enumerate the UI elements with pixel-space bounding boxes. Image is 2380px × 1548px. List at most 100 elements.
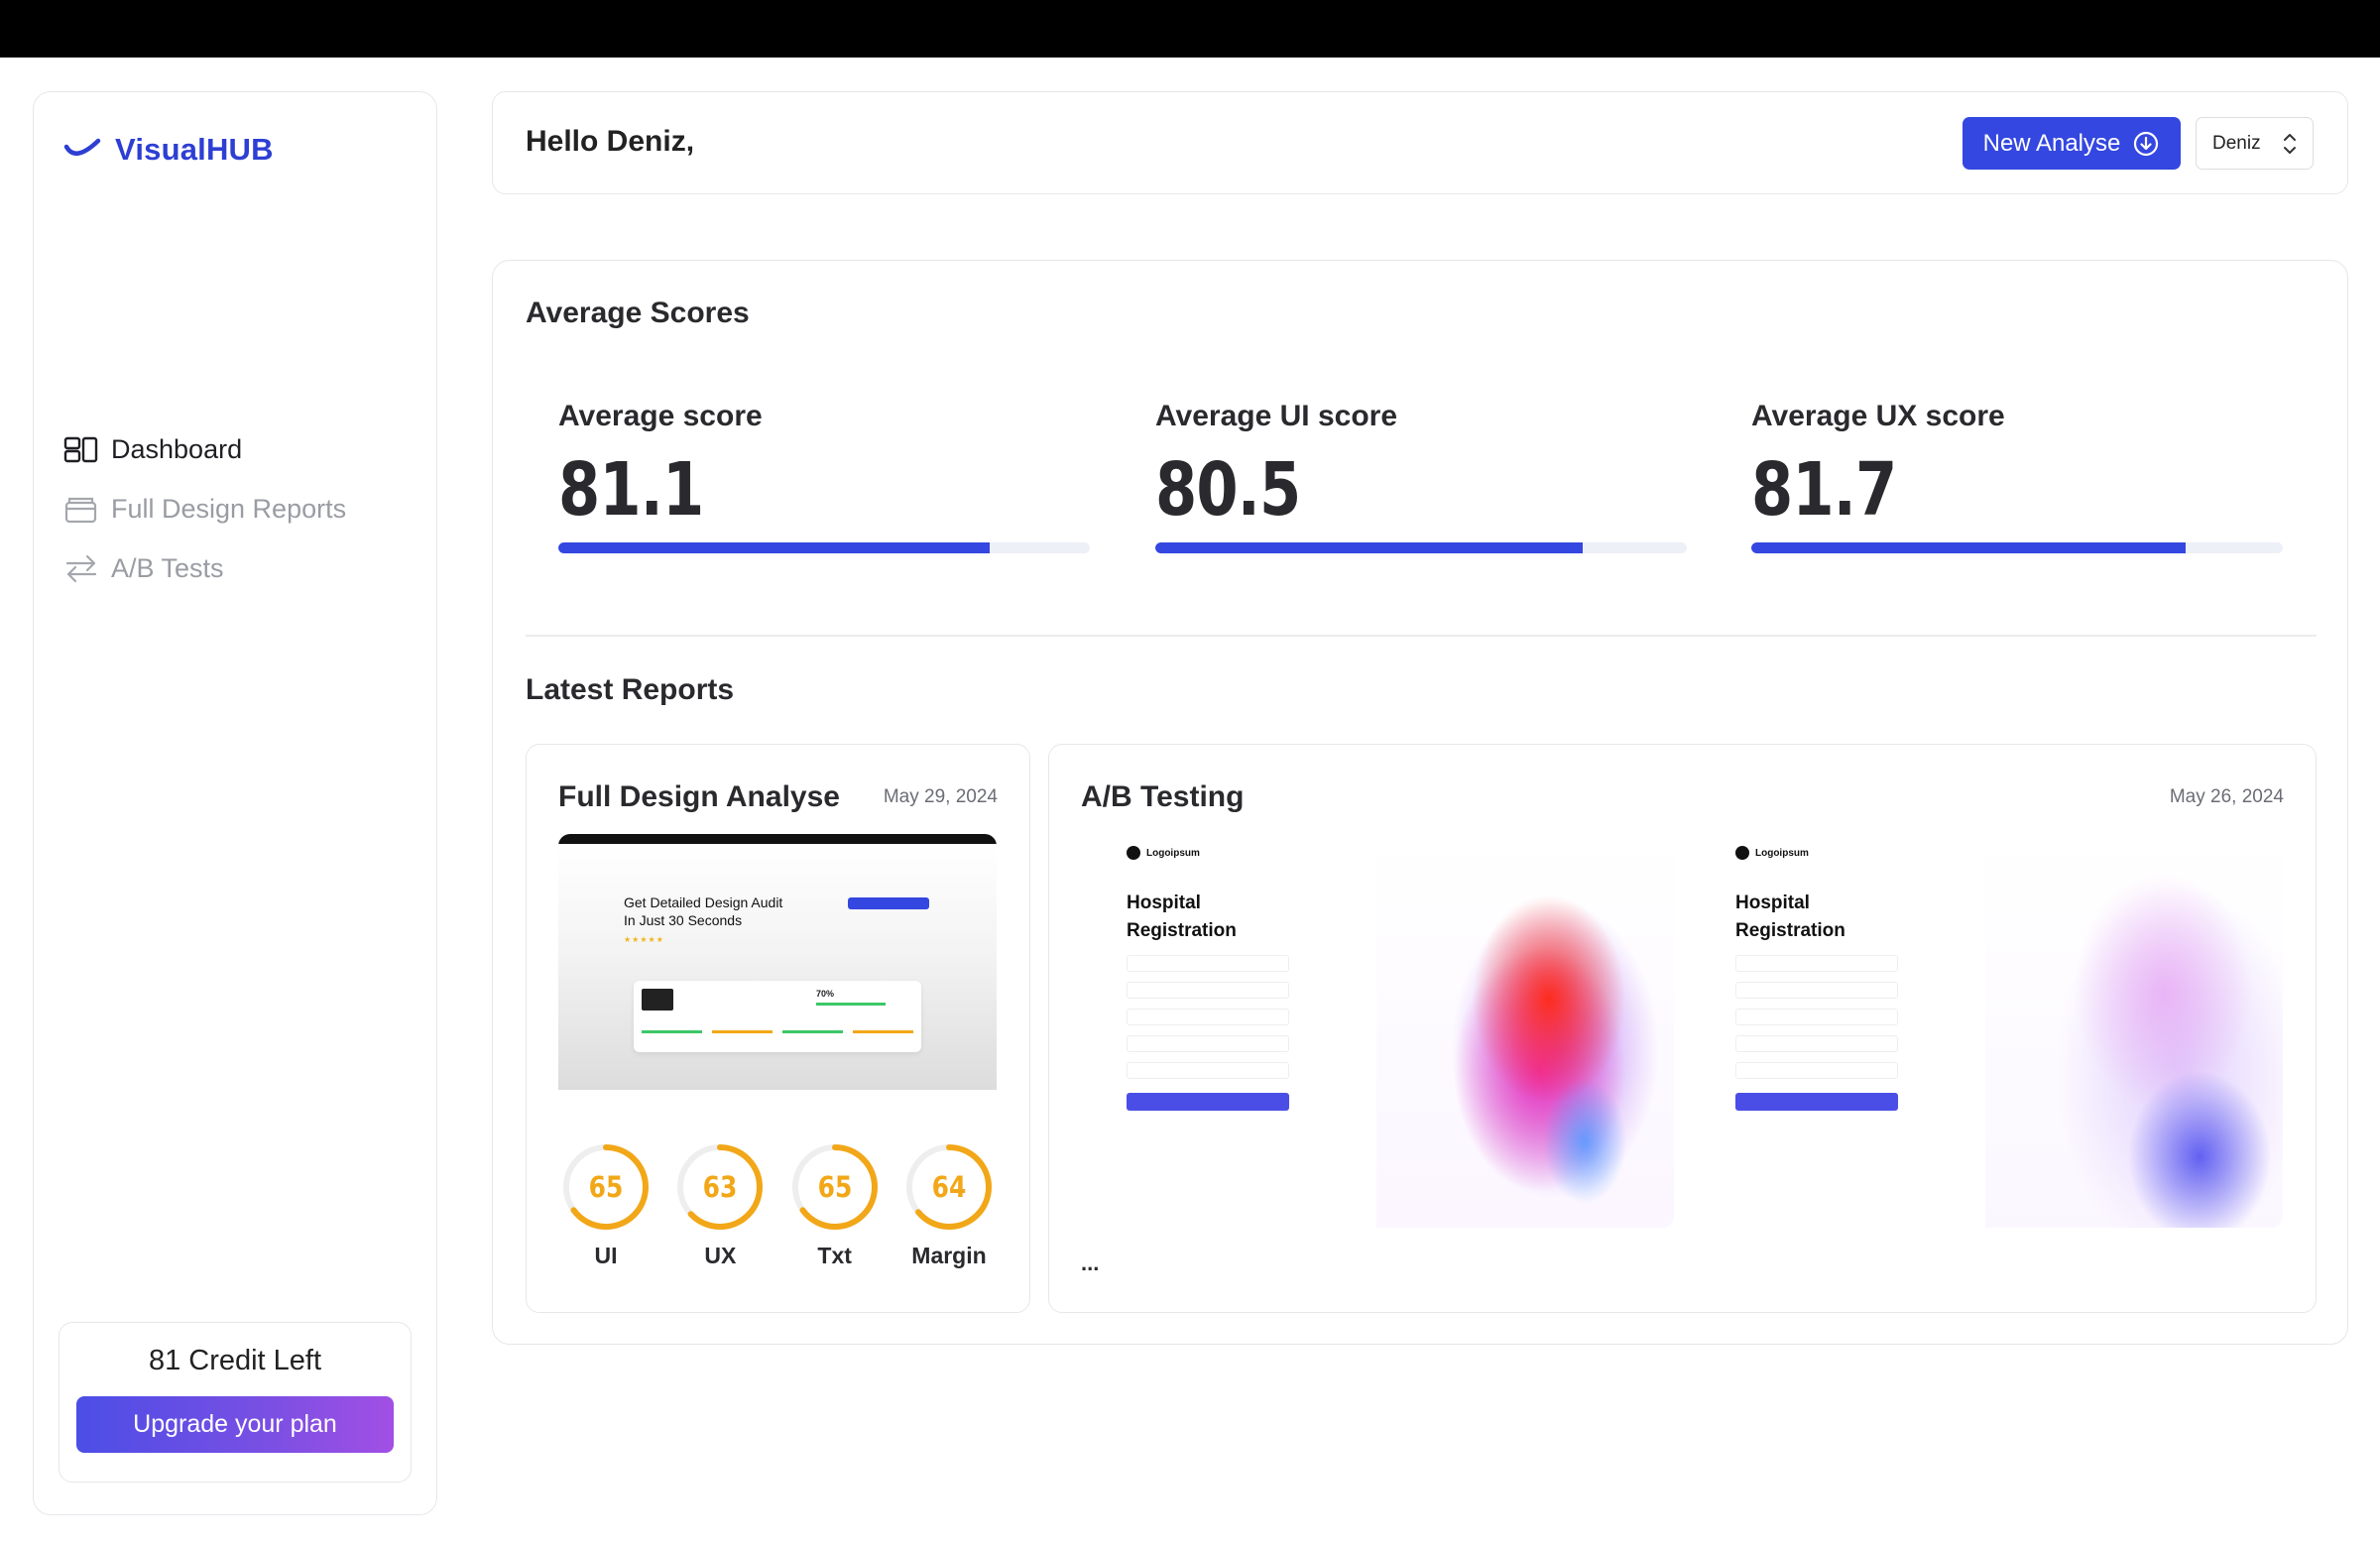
ring-value: 64 (931, 1170, 967, 1204)
variant-logo-text: Logoipsum (1146, 847, 1200, 859)
logoipsum-icon (1735, 846, 1749, 860)
gradient-artwork (1376, 834, 1674, 1228)
form-field (1735, 1035, 1938, 1052)
full-design-report-card[interactable]: Full Design Analyse May 29, 2024 Get Det… (526, 744, 1030, 1313)
ab-testing-report-card[interactable]: A/B Testing May 26, 2024 Logoipsum Hospi… (1048, 744, 2317, 1313)
form-submit (1127, 1093, 1289, 1111)
report-title: Full Design Analyse (558, 780, 840, 813)
gradient-artwork (1985, 834, 2283, 1228)
score-value: 80.5 (1155, 447, 1301, 533)
variant-form: Logoipsum Hospital Registration (1081, 834, 1329, 1228)
variant-logo-text: Logoipsum (1755, 847, 1809, 859)
logoipsum-icon (1127, 846, 1140, 860)
score-progress-fill (558, 542, 990, 553)
credit-box: 81 Credit Left Upgrade your plan (59, 1322, 412, 1483)
upgrade-plan-button[interactable]: Upgrade your plan (76, 1396, 394, 1453)
report-date: May 26, 2024 (2169, 786, 2284, 807)
ring-value: 63 (702, 1170, 738, 1204)
average-score-card: Average score 81.1 (558, 400, 1090, 553)
score-value: 81.7 (1751, 447, 1897, 533)
browser-top-bar (0, 0, 2380, 58)
form-field (1735, 982, 1938, 999)
variant-heading-line2: Registration (1127, 920, 1237, 941)
score-rings: 65 UI 63 UX 65 Txt 64 Margin (558, 1141, 997, 1269)
variant-form: Logoipsum Hospital Registration (1690, 834, 1938, 1228)
ring-ux: 63 UX (672, 1141, 768, 1269)
more-indicator[interactable]: ... (1081, 1250, 1099, 1276)
new-analyse-label: New Analyse (1982, 129, 2121, 157)
user-select[interactable]: Deniz (2196, 117, 2314, 170)
report-title: A/B Testing (1081, 780, 1245, 813)
header-bar: Hello Deniz, New Analyse Deniz (492, 91, 2348, 194)
brand-name: VisualHUB (115, 132, 274, 167)
ring-txt: 65 Txt (787, 1141, 883, 1269)
ab-variant-b-preview[interactable]: Logoipsum Hospital Registration (1690, 834, 2283, 1228)
score-progress-bar (1155, 542, 1687, 553)
ring-margin: 64 Margin (901, 1141, 997, 1269)
preview-stars: ★★★★★ (624, 935, 664, 944)
ring-value: 65 (817, 1170, 853, 1204)
variant-logo: Logoipsum (1735, 846, 1938, 860)
form-field (1735, 1009, 1938, 1025)
preview-logo-strip (558, 1102, 997, 1122)
variant-heading-line1: Hospital (1735, 893, 1810, 913)
score-label: Average UX score (1751, 400, 2005, 432)
preview-headline-line2: In Just 30 Seconds (624, 912, 743, 928)
ring-value: 65 (588, 1170, 624, 1204)
ring-label: Margin (911, 1243, 987, 1268)
form-field (1735, 955, 1938, 972)
variant-logo: Logoipsum (1127, 846, 1329, 860)
score-label: Average UI score (1155, 400, 1398, 432)
main-panel: Average Scores Average score 81.1 Averag… (492, 260, 2348, 1345)
sidebar-item-ab-tests[interactable]: A/B Tests (63, 538, 346, 598)
form-field (1127, 955, 1329, 972)
preview-overall-bar (816, 1003, 886, 1006)
sidebar-item-label: Dashboard (111, 433, 243, 464)
score-progress-fill (1155, 542, 1584, 553)
score-progress-bar (558, 542, 1090, 553)
preview-score-card: 70% (634, 981, 921, 1052)
brand-logo[interactable]: VisualHUB (63, 132, 274, 168)
variant-heading: Hospital Registration (1127, 890, 1329, 945)
average-scores-title: Average Scores (526, 297, 750, 329)
dashboard-icon (63, 436, 98, 463)
ab-variant-a-preview[interactable]: Logoipsum Hospital Registration (1081, 834, 1674, 1228)
preview-mini-bars (642, 1030, 913, 1033)
ring-gauge: 65 (560, 1141, 652, 1233)
variant-heading: Hospital Registration (1735, 890, 1938, 945)
greeting: Hello Deniz, (526, 125, 695, 158)
arrow-down-circle-icon (2134, 131, 2159, 156)
ring-gauge: 63 (674, 1141, 766, 1233)
sidebar-nav: Dashboard Full Design Reports A/B Tests (63, 419, 346, 598)
user-select-value: Deniz (2212, 132, 2261, 154)
average-ux-score-card: Average UX score 81.7 (1751, 400, 2283, 553)
form-field (1127, 982, 1329, 999)
archive-icon (64, 497, 97, 524)
report-preview-image: Get Detailed Design Audit In Just 30 Seco… (558, 834, 997, 1131)
ring-ui: 65 UI (558, 1141, 654, 1269)
form-field (1127, 1009, 1329, 1025)
swap-arrows-icon (65, 554, 97, 583)
check-logo-icon (63, 138, 101, 156)
preview-hero: Get Detailed Design Audit In Just 30 Seco… (558, 844, 997, 1090)
new-analyse-button[interactable]: New Analyse (1963, 117, 2181, 170)
preview-headline: Get Detailed Design Audit In Just 30 Seco… (624, 893, 782, 929)
preview-overall: 70% (816, 989, 835, 999)
latest-reports-title: Latest Reports (526, 673, 735, 706)
score-progress-fill (1751, 542, 2186, 553)
report-date: May 29, 2024 (883, 786, 998, 807)
chevron-up-down-icon (2284, 133, 2296, 154)
preview-headline-line1: Get Detailed Design Audit (624, 894, 783, 910)
variant-heading-line1: Hospital (1127, 893, 1201, 913)
score-label: Average score (558, 400, 763, 432)
form-submit (1735, 1093, 1898, 1111)
sidebar-item-dashboard[interactable]: Dashboard (63, 419, 346, 479)
ring-label: UX (704, 1243, 737, 1268)
sidebar-item-label: Full Design Reports (111, 493, 347, 524)
sidebar-item-full-design-reports[interactable]: Full Design Reports (63, 479, 346, 538)
ring-label: UI (594, 1243, 618, 1268)
sidebar-item-label: A/B Tests (111, 552, 224, 583)
score-value: 81.1 (558, 447, 704, 533)
average-ui-score-card: Average UI score 80.5 (1155, 400, 1687, 553)
section-divider (526, 635, 2317, 637)
